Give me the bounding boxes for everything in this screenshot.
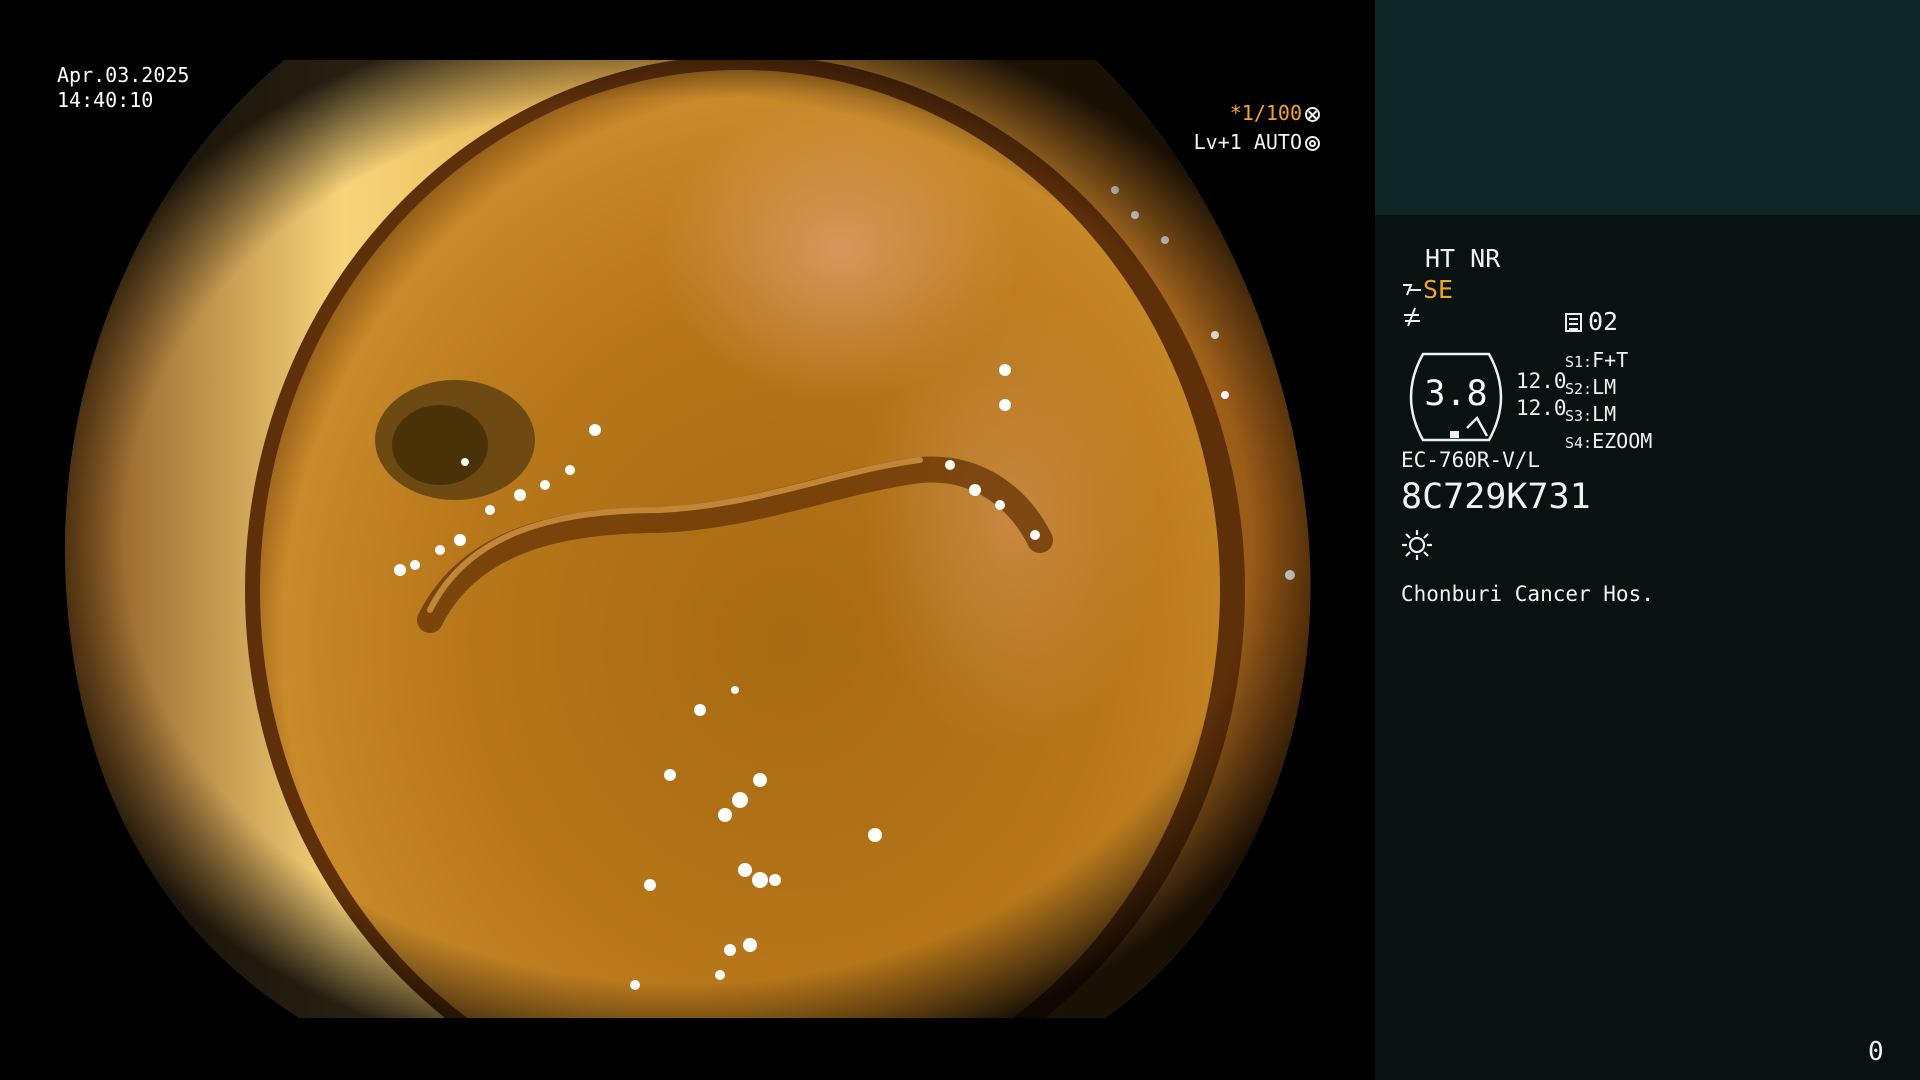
hospital-name: Chonburi Cancer Hos. [1401, 582, 1654, 606]
switch-value: LM [1592, 375, 1617, 399]
gauge-reading: 12.0 [1516, 396, 1567, 420]
enhancement-row: SE [1401, 275, 1453, 304]
scope-switches: S1:F+T S2:LM S3:LM S4:EZOOM [1565, 348, 1652, 456]
memo-row: 02 [1565, 307, 1618, 336]
date-text: Apr.03.2025 [57, 63, 190, 87]
timestamp: Apr.03.2025 14:40:10 [57, 63, 189, 113]
gauge-value: 3.8 [1424, 374, 1488, 414]
switch-key: S4: [1565, 434, 1593, 452]
exposure-level: Lv+1 AUTO [1193, 130, 1302, 154]
switch-key: S2: [1565, 380, 1593, 398]
endoscope-view: Apr.03.2025 14:40:10 *1/100 Lv+1 AUTO [0, 0, 1375, 1080]
exposure-info: *1/100 Lv+1 AUTO [1194, 99, 1320, 157]
shutter-row: *1/100 [1194, 99, 1320, 128]
memo-icon [1565, 313, 1582, 332]
scope-serial: 8C729K731 [1401, 477, 1591, 517]
iris-icon [1305, 136, 1320, 151]
scope-model: EC-760R-V/L [1401, 448, 1541, 472]
switch-row: S2:LM [1565, 375, 1652, 402]
switch-key: S1: [1565, 353, 1593, 371]
sun-icon [1402, 530, 1432, 560]
time-text: 14:40:10 [57, 88, 154, 112]
enhancement-mode: SE [1423, 275, 1454, 304]
switch-value: LM [1592, 402, 1617, 426]
image-counter: 0 [1868, 1037, 1884, 1067]
image-mode: HT NR [1425, 244, 1501, 273]
shutter-speed: 1/100 [1241, 101, 1302, 125]
structure-row [1401, 305, 1423, 333]
switch-value: F+T [1592, 348, 1629, 372]
zoom-gauge: 3.8 [1401, 352, 1511, 442]
patient-info-area [1375, 0, 1920, 215]
endoscopic-image [64, 60, 1311, 1018]
aperture-icon [1305, 107, 1320, 122]
switch-value: EZOOM [1592, 429, 1653, 453]
switch-row: S3:LM [1565, 402, 1652, 429]
enhancement-icon [1403, 284, 1421, 296]
switch-row: S1:F+T [1565, 348, 1652, 375]
switch-row: S4:EZOOM [1565, 429, 1652, 456]
shutter-prefix: * [1229, 101, 1242, 125]
memo-value: 02 [1588, 307, 1619, 336]
info-panel: HT NR SE 02 3.8 12.0 12.0 S1:F+T S2:LM S… [1375, 215, 1920, 1080]
switch-key: S3: [1565, 407, 1593, 425]
structure-icon [1404, 307, 1420, 327]
gauge-reading: 12.0 [1516, 369, 1567, 393]
exposure-row: Lv+1 AUTO [1194, 128, 1320, 157]
gauge-readings: 12.0 12.0 [1516, 368, 1567, 422]
